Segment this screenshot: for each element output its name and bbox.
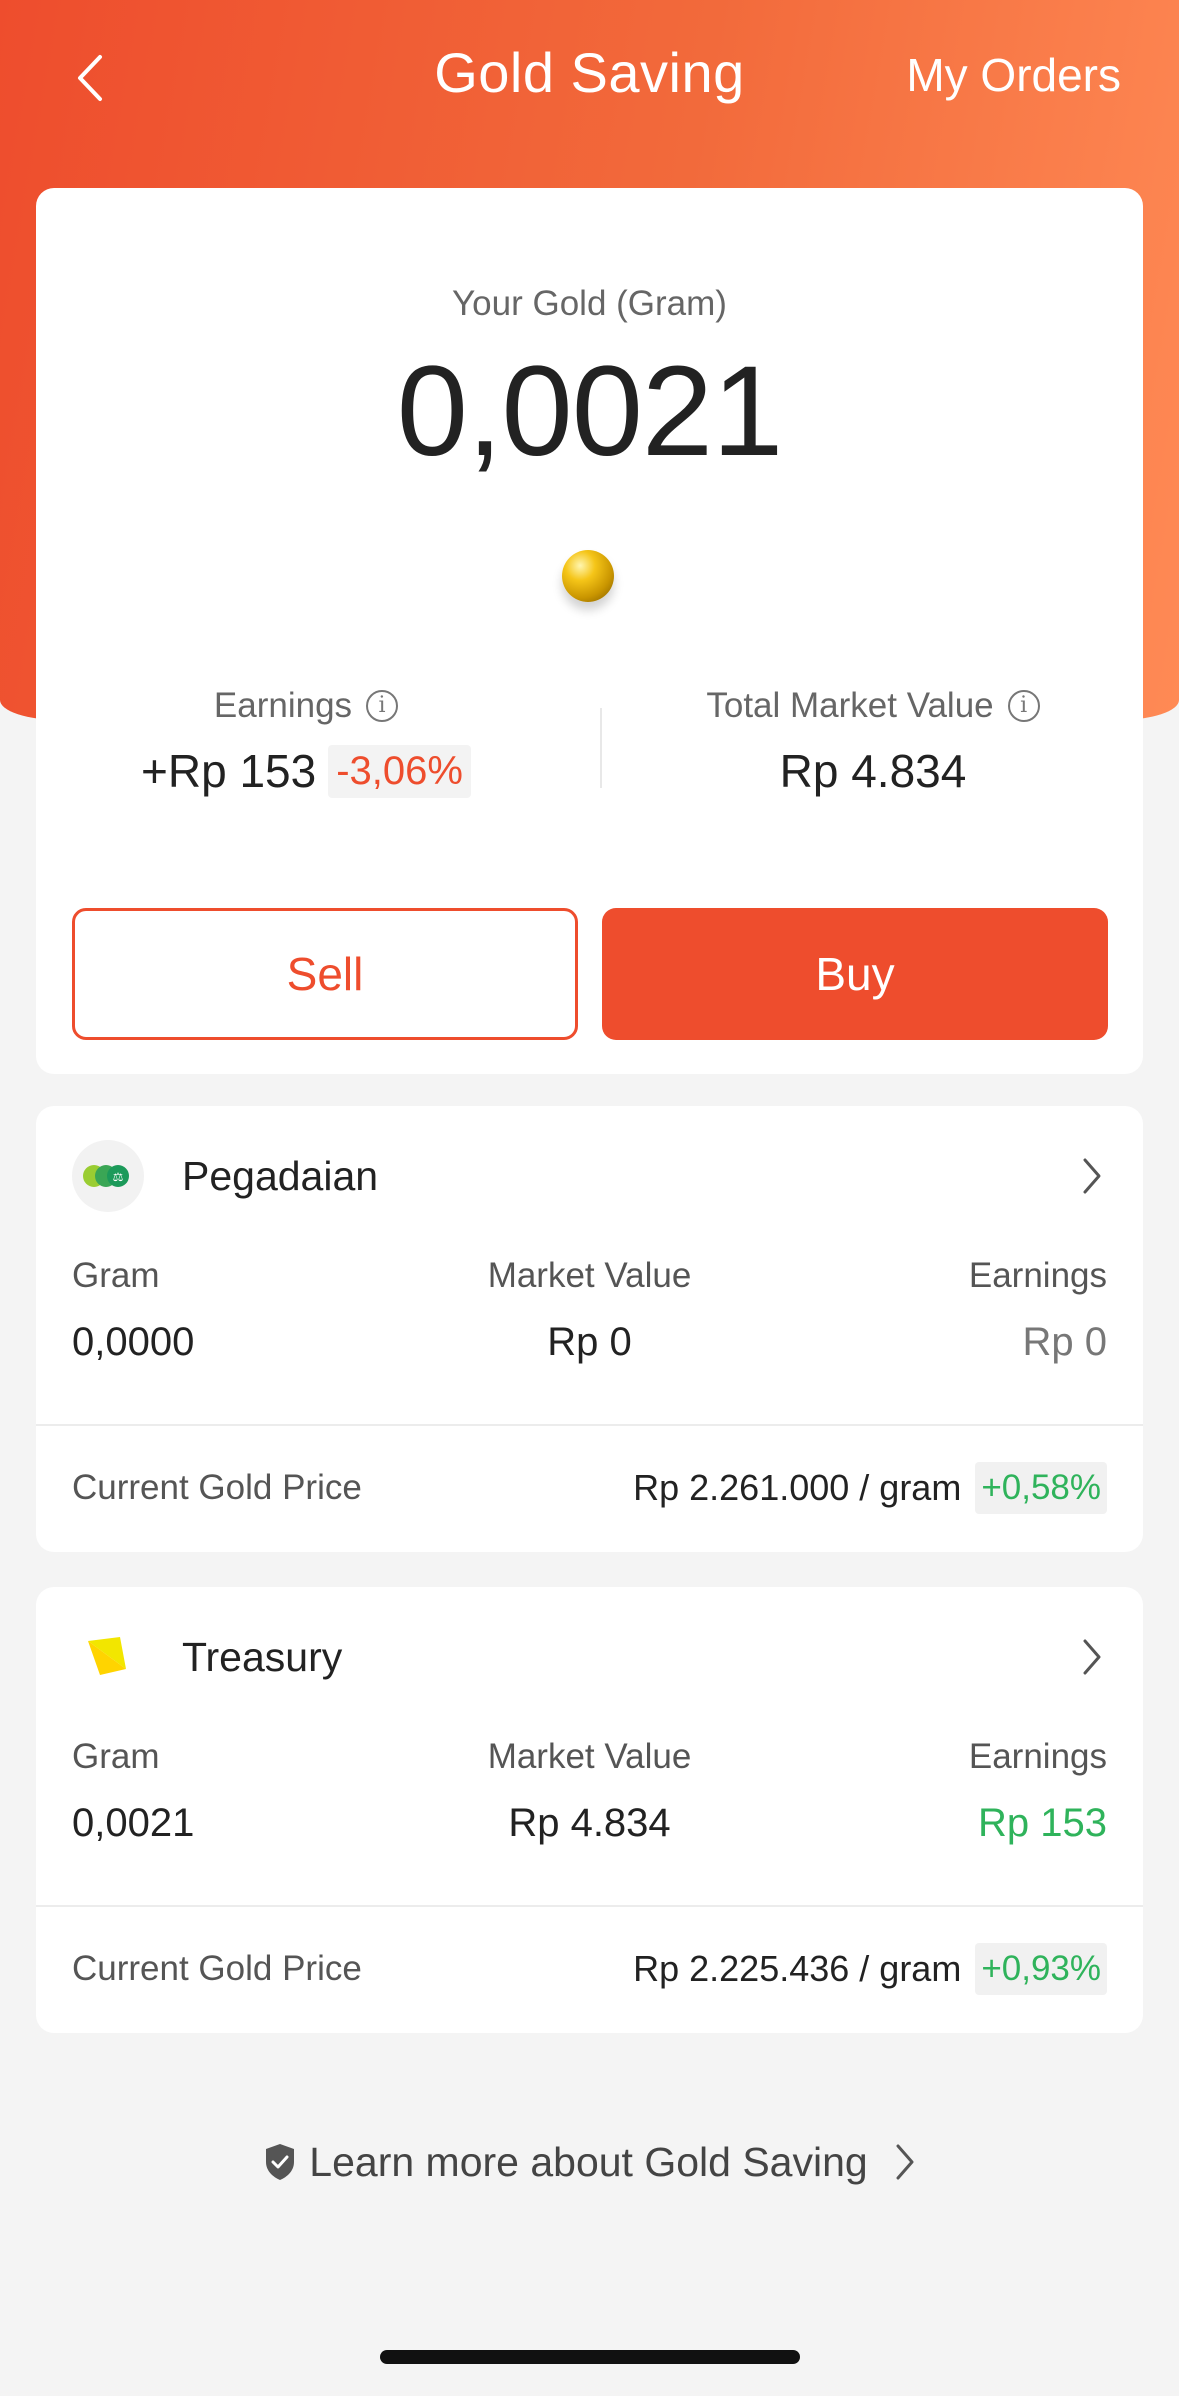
earnings-value: Rp 153 (978, 1801, 1107, 1845)
price-label: Current Gold Price (72, 1949, 362, 1988)
earnings-stat: Earnings i +Rp 153 -3,06% (36, 686, 576, 798)
market-value-metric: Market Value Rp 0 (72, 1256, 1107, 1365)
pegadaian-logo: ⚖ (72, 1140, 144, 1212)
provider-card-pegadaian[interactable]: ⚖ Pegadaian Gram 0,0000 Market Value Rp … (36, 1106, 1143, 1552)
treasury-logo (72, 1621, 144, 1693)
navigation-bar: Gold Saving My Orders (0, 0, 1179, 160)
my-orders-link[interactable]: My Orders (906, 48, 1121, 102)
earnings-change-badge: -3,06% (328, 744, 471, 798)
provider-name: Treasury (182, 1633, 343, 1680)
market-value-metric: Market Value Rp 4.834 (72, 1737, 1107, 1846)
info-icon[interactable]: i (1007, 690, 1040, 722)
current-gold-price-row: Current Gold Price Rp 2.261.000 / gram +… (72, 1458, 1107, 1518)
divider (36, 1905, 1143, 1907)
market-value-value: Rp 4.834 (779, 745, 967, 797)
price-change-badge: +0,93% (975, 1943, 1107, 1995)
provider-name: Pegadaian (182, 1152, 379, 1199)
earnings-metric: Earnings Rp 153 (968, 1737, 1107, 1845)
earnings-metric: Earnings Rp 0 (968, 1256, 1108, 1364)
earnings-value: +Rp 153 (141, 745, 317, 797)
chevron-right-icon[interactable] (1077, 1136, 1107, 1216)
earnings-value: Rp 0 (1022, 1320, 1108, 1364)
market-value-stat: Total Market Value i Rp 4.834 (603, 686, 1143, 798)
buy-button[interactable]: Buy (602, 908, 1108, 1040)
current-gold-price-row: Current Gold Price Rp 2.225.436 / gram +… (72, 1939, 1107, 1999)
market-value-label: Total Market Value (706, 686, 994, 725)
learn-more-link[interactable]: Learn more about Gold Saving (0, 2130, 1179, 2194)
svg-text:⚖: ⚖ (113, 1170, 124, 1184)
price-value: Rp 2.225.436 / gram (633, 1948, 962, 1989)
info-icon[interactable]: i (366, 690, 399, 722)
chevron-right-icon[interactable] (1077, 1617, 1107, 1697)
gold-summary-card: Your Gold (Gram) 0,0021 Earnings i +Rp 1… (36, 188, 1143, 1074)
market-value: Rp 4.834 (508, 1801, 671, 1845)
market-value: Rp 0 (547, 1320, 632, 1364)
sell-button[interactable]: Sell (72, 908, 578, 1040)
gold-balance-value: 0,0021 (396, 340, 784, 483)
price-value: Rp 2.261.000 / gram (633, 1467, 962, 1508)
gold-balance-label: Your Gold (Gram) (452, 284, 727, 323)
learn-more-text: Learn more about Gold Saving (309, 2138, 868, 2185)
gold-ball-icon (562, 550, 614, 602)
shield-icon (266, 2144, 295, 2180)
earnings-label: Earnings (213, 686, 353, 725)
divider (600, 708, 602, 788)
price-change-badge: +0,58% (975, 1462, 1107, 1514)
divider (36, 1424, 1143, 1426)
price-label: Current Gold Price (72, 1468, 362, 1507)
provider-card-treasury[interactable]: Treasury Gram 0,0021 Market Value Rp 4.8… (36, 1587, 1143, 2033)
chevron-right-icon (896, 2144, 914, 2180)
home-indicator (380, 2350, 800, 2364)
